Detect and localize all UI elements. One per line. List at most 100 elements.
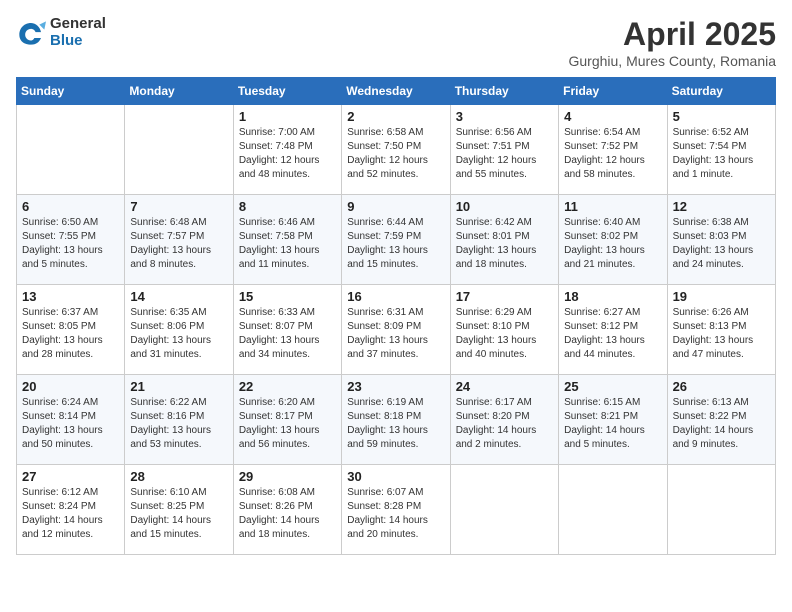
logo: General Blue (16, 16, 106, 49)
calendar-cell (559, 465, 667, 555)
day-number: 3 (456, 109, 553, 124)
day-number: 25 (564, 379, 661, 394)
header-day: Monday (125, 78, 233, 105)
day-info: Sunrise: 6:31 AMSunset: 8:09 PMDaylight:… (347, 306, 444, 362)
calendar-cell: 2 Sunrise: 6:58 AMSunset: 7:50 PMDaylight… (342, 105, 450, 195)
calendar-cell: 24Sunrise: 6:17 AMSunset: 8:20 PMDayligh… (450, 375, 558, 465)
calendar-cell: 5 Sunrise: 6:52 AMSunset: 7:54 PMDaylight… (667, 105, 775, 195)
calendar-cell: 13 Sunrise: 6:37 AMSunset: 8:05 PMDayligh… (17, 285, 125, 375)
calendar-cell: 15 Sunrise: 6:33 AMSunset: 8:07 PMDayligh… (233, 285, 341, 375)
day-info: Sunrise: 6:20 AMSunset: 8:17 PMDaylight:… (239, 396, 336, 452)
calendar-cell: 16 Sunrise: 6:31 AMSunset: 8:09 PMDayligh… (342, 285, 450, 375)
subtitle: Gurghiu, Mures County, Romania (569, 53, 777, 69)
calendar-cell: 28 Sunrise: 6:10 AMSunset: 8:25 PMDayligh… (125, 465, 233, 555)
day-number: 13 (22, 289, 119, 304)
calendar-cell: 17Sunrise: 6:29 AMSunset: 8:10 PMDayligh… (450, 285, 558, 375)
day-number: 21 (130, 379, 227, 394)
calendar-cell (125, 105, 233, 195)
day-info: Sunrise: 6:35 AMSunset: 8:06 PMDaylight:… (130, 306, 227, 362)
day-number: 1 (239, 109, 336, 124)
day-info: Sunrise: 6:22 AMSunset: 8:16 PMDaylight:… (130, 396, 227, 452)
header-day: Sunday (17, 78, 125, 105)
day-info: Sunrise: 6:19 AMSunset: 8:18 PMDaylight:… (347, 396, 444, 452)
day-info: Sunrise: 6:15 AMSunset: 8:21 PMDaylight:… (564, 396, 661, 452)
day-number: 7 (130, 199, 227, 214)
calendar-cell: 23 Sunrise: 6:19 AMSunset: 8:18 PMDayligh… (342, 375, 450, 465)
calendar-cell: 19 Sunrise: 6:26 AMSunset: 8:13 PMDayligh… (667, 285, 775, 375)
day-info: Sunrise: 6:54 AMSunset: 7:52 PMDaylight:… (564, 126, 661, 182)
day-number: 9 (347, 199, 444, 214)
calendar-cell: 20Sunrise: 6:24 AMSunset: 8:14 PMDayligh… (17, 375, 125, 465)
calendar-cell: 18Sunrise: 6:27 AMSunset: 8:12 PMDayligh… (559, 285, 667, 375)
calendar-cell: 22 Sunrise: 6:20 AMSunset: 8:17 PMDayligh… (233, 375, 341, 465)
day-info: Sunrise: 6:29 AMSunset: 8:10 PMDaylight:… (456, 306, 553, 362)
day-info: Sunrise: 6:33 AMSunset: 8:07 PMDaylight:… (239, 306, 336, 362)
day-number: 23 (347, 379, 444, 394)
day-number: 15 (239, 289, 336, 304)
day-info: Sunrise: 6:07 AMSunset: 8:28 PMDaylight:… (347, 486, 444, 542)
day-info: Sunrise: 6:58 AMSunset: 7:50 PMDaylight:… (347, 126, 444, 182)
day-number: 5 (673, 109, 770, 124)
day-number: 2 (347, 109, 444, 124)
day-number: 26 (673, 379, 770, 394)
day-info: Sunrise: 6:52 AMSunset: 7:54 PMDaylight:… (673, 126, 770, 182)
calendar-week-row: 6 Sunrise: 6:50 AMSunset: 7:55 PMDaylight… (17, 195, 776, 285)
day-info: Sunrise: 6:10 AMSunset: 8:25 PMDaylight:… (130, 486, 227, 542)
page-header: General Blue April 2025 Gurghiu, Mures C… (16, 16, 776, 69)
day-number: 4 (564, 109, 661, 124)
day-info: Sunrise: 6:08 AMSunset: 8:26 PMDaylight:… (239, 486, 336, 542)
day-info: Sunrise: 6:26 AMSunset: 8:13 PMDaylight:… (673, 306, 770, 362)
day-info: Sunrise: 6:40 AMSunset: 8:02 PMDaylight:… (564, 216, 661, 272)
calendar-cell: 10 Sunrise: 6:42 AMSunset: 8:01 PMDayligh… (450, 195, 558, 285)
calendar-week-row: 27 Sunrise: 6:12 AMSunset: 8:24 PMDayligh… (17, 465, 776, 555)
header-day: Thursday (450, 78, 558, 105)
header-row: SundayMondayTuesdayWednesdayThursdayFrid… (17, 78, 776, 105)
day-number: 20 (22, 379, 119, 394)
day-info: Sunrise: 6:13 AMSunset: 8:22 PMDaylight:… (673, 396, 770, 452)
calendar-cell: 21 Sunrise: 6:22 AMSunset: 8:16 PMDayligh… (125, 375, 233, 465)
calendar-week-row: 20Sunrise: 6:24 AMSunset: 8:14 PMDayligh… (17, 375, 776, 465)
day-number: 16 (347, 289, 444, 304)
logo-icon (16, 18, 46, 48)
calendar-cell: 12Sunrise: 6:38 AMSunset: 8:03 PMDayligh… (667, 195, 775, 285)
day-info: Sunrise: 6:50 AMSunset: 7:55 PMDaylight:… (22, 216, 119, 272)
calendar-cell: 26 Sunrise: 6:13 AMSunset: 8:22 PMDayligh… (667, 375, 775, 465)
day-number: 10 (456, 199, 553, 214)
calendar-table: SundayMondayTuesdayWednesdayThursdayFrid… (16, 77, 776, 555)
day-number: 29 (239, 469, 336, 484)
day-info: Sunrise: 7:00 AMSunset: 7:48 PMDaylight:… (239, 126, 336, 182)
day-info: Sunrise: 6:56 AMSunset: 7:51 PMDaylight:… (456, 126, 553, 182)
day-number: 19 (673, 289, 770, 304)
logo-text: General Blue (50, 16, 106, 49)
calendar-cell: 7 Sunrise: 6:48 AMSunset: 7:57 PMDaylight… (125, 195, 233, 285)
header-day: Tuesday (233, 78, 341, 105)
calendar-week-row: 13 Sunrise: 6:37 AMSunset: 8:05 PMDayligh… (17, 285, 776, 375)
calendar-cell: 3 Sunrise: 6:56 AMSunset: 7:51 PMDaylight… (450, 105, 558, 195)
day-number: 24 (456, 379, 553, 394)
day-number: 12 (673, 199, 770, 214)
calendar-cell: 6 Sunrise: 6:50 AMSunset: 7:55 PMDaylight… (17, 195, 125, 285)
calendar-cell (667, 465, 775, 555)
day-number: 27 (22, 469, 119, 484)
day-info: Sunrise: 6:42 AMSunset: 8:01 PMDaylight:… (456, 216, 553, 272)
calendar-cell: 14Sunrise: 6:35 AMSunset: 8:06 PMDayligh… (125, 285, 233, 375)
calendar-week-row: 1 Sunrise: 7:00 AMSunset: 7:48 PMDaylight… (17, 105, 776, 195)
day-info: Sunrise: 6:27 AMSunset: 8:12 PMDaylight:… (564, 306, 661, 362)
day-number: 22 (239, 379, 336, 394)
calendar-cell: 9 Sunrise: 6:44 AMSunset: 7:59 PMDaylight… (342, 195, 450, 285)
day-info: Sunrise: 6:12 AMSunset: 8:24 PMDaylight:… (22, 486, 119, 542)
day-info: Sunrise: 6:48 AMSunset: 7:57 PMDaylight:… (130, 216, 227, 272)
calendar-cell (17, 105, 125, 195)
calendar-cell: 1 Sunrise: 7:00 AMSunset: 7:48 PMDaylight… (233, 105, 341, 195)
logo-general-text: General (50, 16, 106, 33)
day-number: 28 (130, 469, 227, 484)
day-info: Sunrise: 6:44 AMSunset: 7:59 PMDaylight:… (347, 216, 444, 272)
calendar-cell: 8Sunrise: 6:46 AMSunset: 7:58 PMDaylight… (233, 195, 341, 285)
day-info: Sunrise: 6:37 AMSunset: 8:05 PMDaylight:… (22, 306, 119, 362)
day-number: 30 (347, 469, 444, 484)
calendar-cell: 29 Sunrise: 6:08 AMSunset: 8:26 PMDayligh… (233, 465, 341, 555)
logo-blue-text: Blue (50, 33, 106, 50)
day-number: 6 (22, 199, 119, 214)
day-number: 8 (239, 199, 336, 214)
calendar-cell: 27 Sunrise: 6:12 AMSunset: 8:24 PMDayligh… (17, 465, 125, 555)
